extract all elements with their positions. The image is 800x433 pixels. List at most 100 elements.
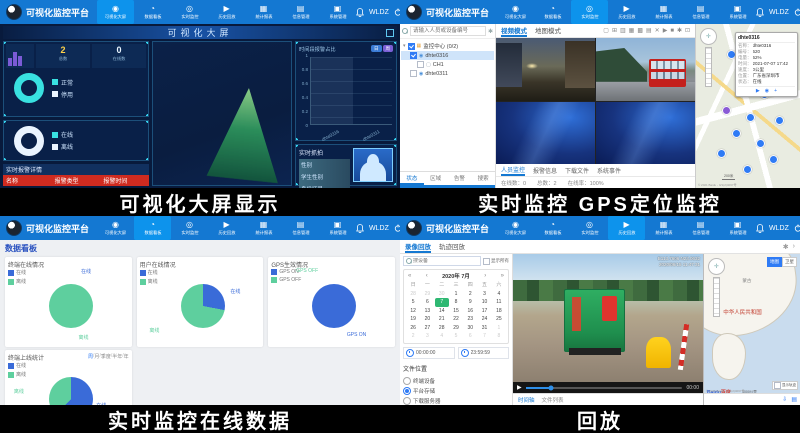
calendar-day[interactable]: 5: [406, 298, 420, 307]
play-all-icon[interactable]: ▶: [663, 28, 668, 34]
map-type-1[interactable]: 地图: [767, 257, 782, 267]
nav-tab-monitor[interactable]: ◎实时监控: [171, 0, 208, 24]
bottom-tab-3[interactable]: 下载文件: [565, 166, 589, 175]
calendar-day[interactable]: 5: [449, 332, 463, 341]
progress-knob[interactable]: [548, 385, 553, 390]
layout-4-icon[interactable]: ⊞: [612, 28, 617, 34]
tree-row[interactable]: ▢CH1: [401, 60, 494, 69]
bottom-tab-2[interactable]: 报警信息: [533, 166, 557, 175]
calendar-day[interactable]: 30: [435, 290, 449, 299]
map-marker[interactable]: [743, 165, 752, 174]
map-pan-control[interactable]: ✛: [708, 258, 725, 275]
calendar-day[interactable]: 6: [463, 332, 477, 341]
calendar-day[interactable]: 17: [477, 307, 491, 316]
nav-tab-bigscreen[interactable]: ◉可视化大屏: [97, 0, 134, 24]
collapse-chevron-icon[interactable]: ›: [793, 243, 795, 251]
calendar-day[interactable]: 4: [492, 290, 506, 299]
nav-tab-board[interactable]: ◔数据看板: [134, 216, 171, 240]
video-cell-1[interactable]: [496, 38, 595, 101]
map-type-2[interactable]: 卫星: [782, 257, 797, 267]
calendar-day[interactable]: 19: [406, 315, 420, 324]
map-marker[interactable]: [732, 129, 741, 138]
nav-tab-system[interactable]: ▣系统管理: [719, 0, 756, 24]
end-time-input[interactable]: [471, 350, 507, 356]
tree-tab-2[interactable]: 区域: [424, 172, 448, 185]
map-pan-control[interactable]: ✛: [700, 28, 717, 45]
bottom-tab-4[interactable]: 系统事件: [597, 166, 621, 175]
file-location-option[interactable]: 平台存储: [403, 386, 509, 396]
calendar-day[interactable]: 3: [420, 332, 434, 341]
calendar-day[interactable]: 29: [420, 290, 434, 299]
calendar-day[interactable]: 28: [406, 290, 420, 299]
bell-icon[interactable]: [756, 8, 764, 17]
calendar-day[interactable]: 25: [492, 315, 506, 324]
calendar-day[interactable]: 8: [492, 332, 506, 341]
stop-all-icon[interactable]: ■: [670, 28, 674, 34]
calendar-day[interactable]: 10: [477, 298, 491, 307]
video-cell-3[interactable]: [496, 102, 595, 165]
map-zoom-slider[interactable]: [713, 277, 720, 317]
playback-search-input[interactable]: [413, 258, 478, 264]
list-icon[interactable]: ▤: [791, 397, 797, 403]
calendar-day[interactable]: 7: [477, 332, 491, 341]
calendar-day[interactable]: 20: [420, 315, 434, 324]
nav-tab-board[interactable]: ◔数据看板: [534, 0, 571, 24]
calendar-day[interactable]: 2: [463, 290, 477, 299]
bottom-tab-1[interactable]: 人员监控: [501, 165, 525, 176]
nav-tab-playback[interactable]: ▶历史回放: [208, 0, 245, 24]
calendar-day[interactable]: 2: [406, 332, 420, 341]
tree-tab-1[interactable]: 状态: [400, 172, 424, 185]
calendar-day[interactable]: 9: [463, 298, 477, 307]
user-icon[interactable]: ◉: [765, 88, 769, 94]
calendar-day[interactable]: 3: [477, 290, 491, 299]
nav-tab-system[interactable]: ▣系统管理: [719, 216, 756, 240]
calendar-day[interactable]: 18: [492, 307, 506, 316]
calendar-day[interactable]: 30: [463, 324, 477, 333]
prev-month-button[interactable]: ‹: [426, 273, 428, 279]
calendar-day[interactable]: 23: [463, 315, 477, 324]
calendar-day[interactable]: 24: [477, 315, 491, 324]
tree-tab-4[interactable]: 搜索: [471, 172, 495, 185]
calendar-day[interactable]: 6: [420, 298, 434, 307]
layout-6-icon[interactable]: ▥: [620, 28, 626, 34]
video-frame[interactable]: E113.7606 N23.06322020/06/15 11:47:31: [513, 254, 703, 382]
nav-tab-board[interactable]: ◔数据看板: [534, 216, 571, 240]
nav-tab-info[interactable]: ▤信息管理: [682, 216, 719, 240]
nav-tab-playback[interactable]: ▶历史回放: [608, 0, 645, 24]
sub-tab-1[interactable]: 录像回放: [405, 241, 431, 253]
calendar-day[interactable]: 26: [406, 324, 420, 333]
tree-tab-3[interactable]: 告警: [448, 172, 472, 185]
chart-toggle-button[interactable]: 周: [383, 45, 394, 52]
calendar-day[interactable]: 31: [477, 324, 491, 333]
mode-tab-2[interactable]: 地图模式: [535, 25, 561, 37]
nav-tab-monitor[interactable]: ◎实时监控: [571, 0, 608, 24]
layout-9-icon[interactable]: ▦: [629, 28, 635, 34]
settings-gear-icon[interactable]: ✱: [783, 243, 789, 251]
video-icon[interactable]: ▶: [756, 88, 760, 94]
power-icon[interactable]: [794, 224, 800, 232]
map-marker[interactable]: [746, 113, 755, 122]
calendar-day[interactable]: 22: [449, 315, 463, 324]
nav-tab-report[interactable]: ▦统计报表: [245, 0, 282, 24]
fullscreen-icon[interactable]: [386, 29, 394, 37]
filter-link[interactable]: 半年: [112, 353, 122, 360]
filter-link[interactable]: 年: [124, 353, 129, 360]
strip-tab-2[interactable]: 文件列表: [542, 396, 564, 404]
expander-icon[interactable]: ▾: [403, 43, 406, 49]
nav-tab-info[interactable]: ▤信息管理: [282, 216, 319, 240]
map-marker[interactable]: [756, 139, 765, 148]
nav-tab-report[interactable]: ▦统计报表: [645, 216, 682, 240]
mode-tab-1[interactable]: 视频模式: [501, 25, 527, 37]
map-marker[interactable]: [722, 106, 731, 115]
layout-16-icon[interactable]: ▩: [637, 28, 643, 34]
calendar-day[interactable]: 15: [449, 307, 463, 316]
nav-tab-bigscreen[interactable]: ◉可视化大屏: [497, 0, 534, 24]
calendar-day[interactable]: 14: [435, 307, 449, 316]
strip-tab-1[interactable]: 时间轴: [518, 396, 535, 404]
nav-tab-info[interactable]: ▤信息管理: [682, 0, 719, 24]
calendar-day[interactable]: 28: [435, 324, 449, 333]
map-zoom-slider[interactable]: [705, 47, 712, 87]
list-icon[interactable]: ▤: [646, 28, 652, 34]
playback-map[interactable]: 中华人民共和国 蒙古 地图卫星 ✛ Baidu百度 1000公里 显示轨迹 © …: [703, 254, 800, 405]
nav-tab-bigscreen[interactable]: ◉可视化大屏: [97, 216, 134, 240]
